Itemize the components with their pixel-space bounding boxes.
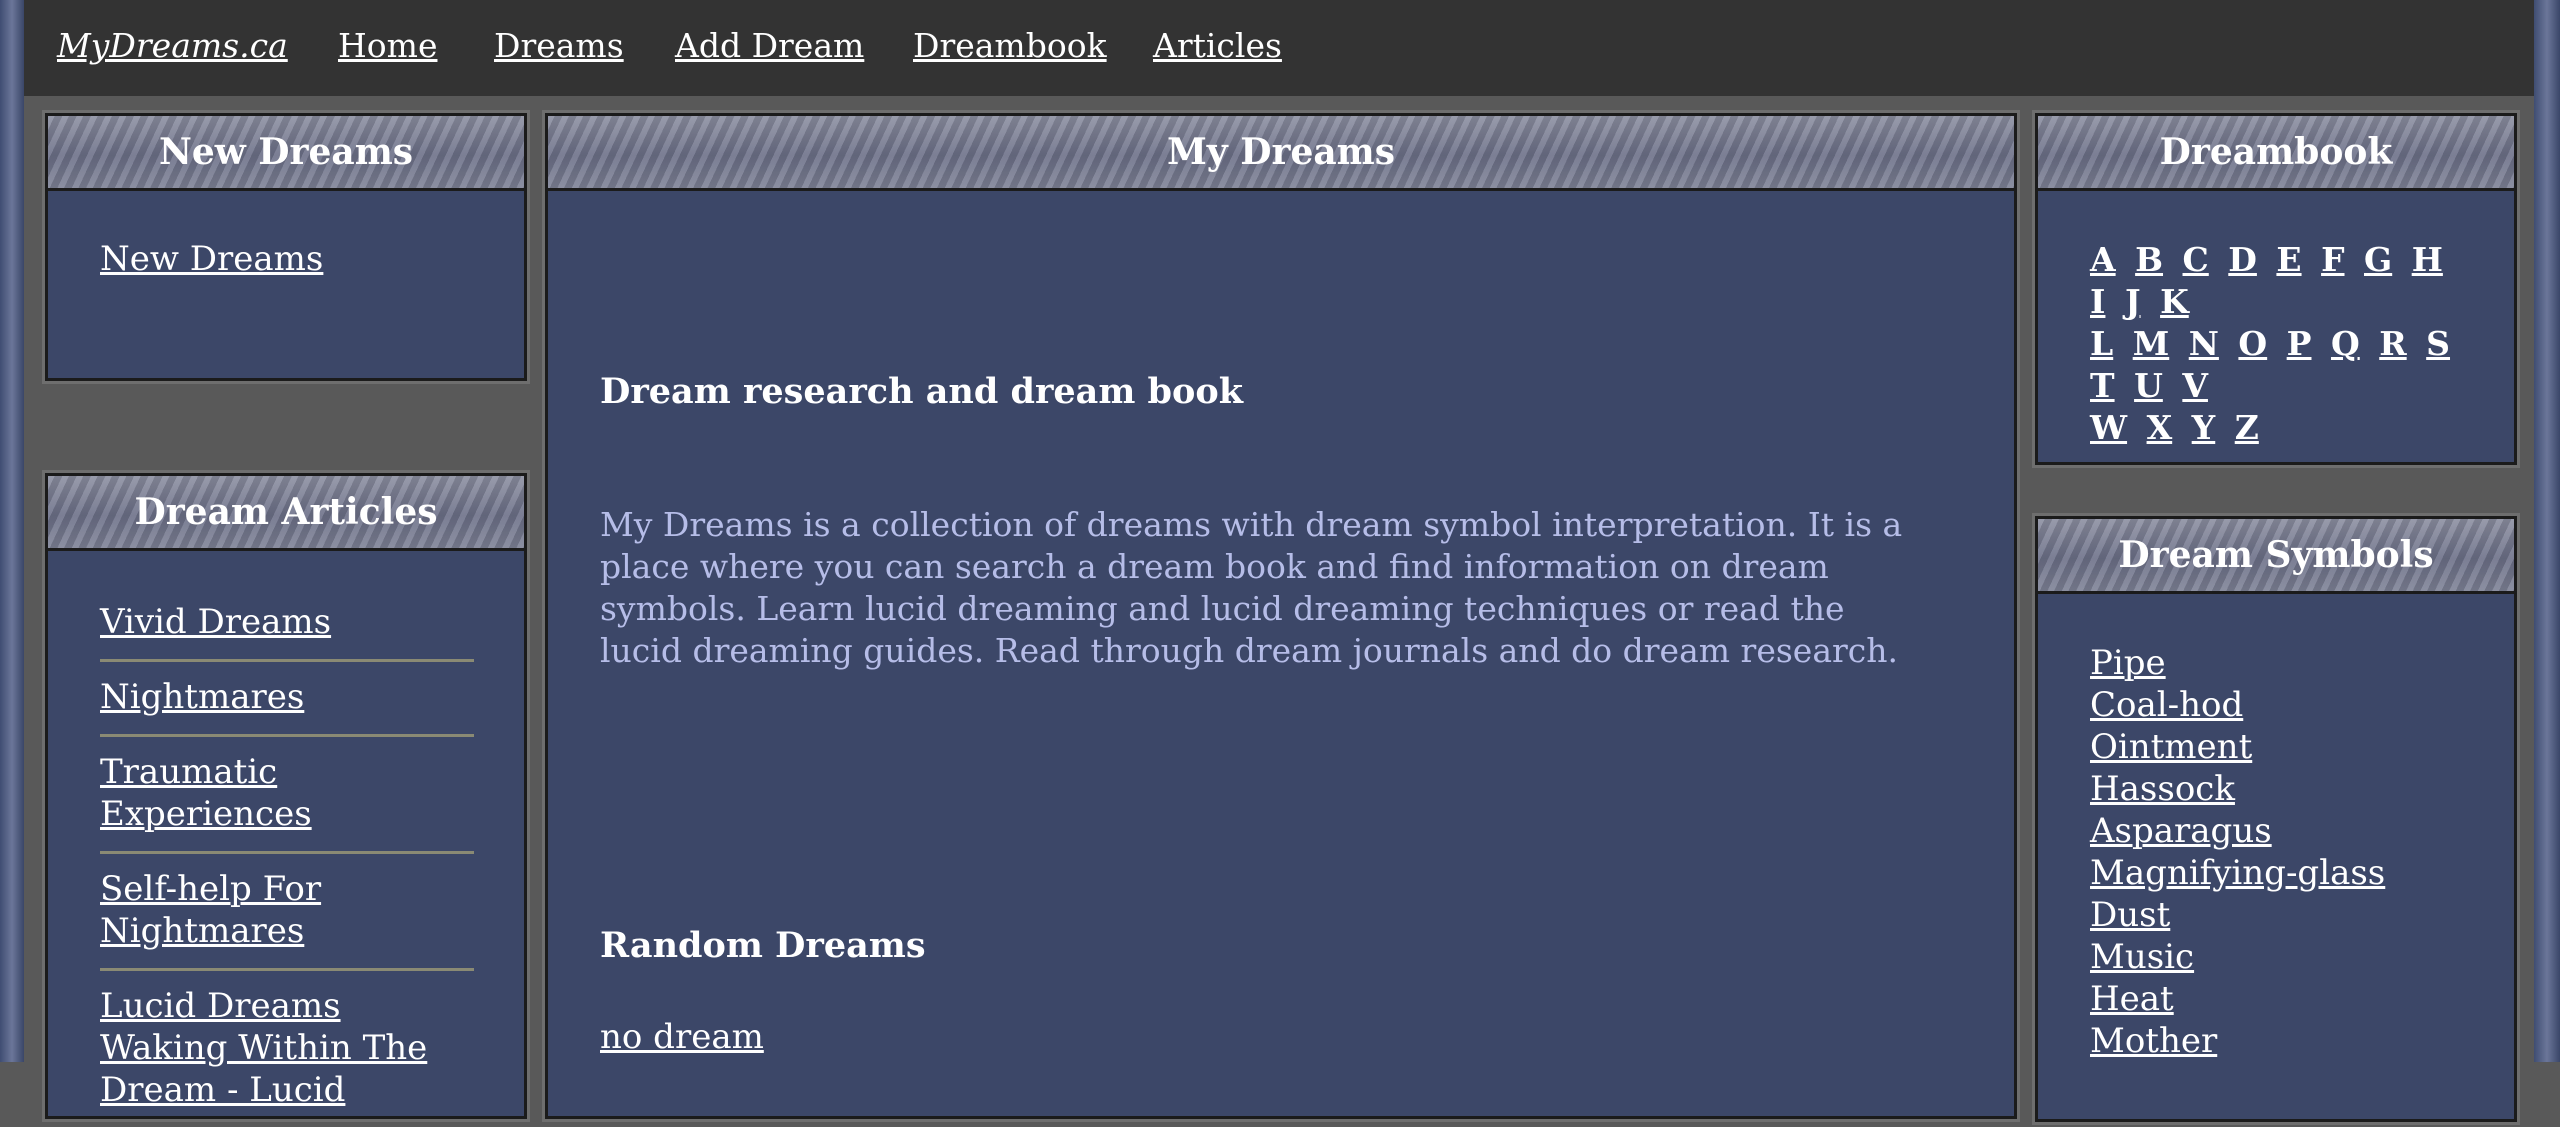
list-item: Lucid Dreams Waking Within The Dream - L… [100,971,474,1127]
list-item: Dust [2090,894,2484,936]
list-item: Pipe [2090,642,2484,684]
list-item: Traumatic Experiences [100,737,474,854]
list-item: Music [2090,936,2484,978]
letter-link-a[interactable]: A [2090,240,2116,279]
dream-articles-panel-title: Dream Articles [48,476,524,551]
dream-symbols-panel-title: Dream Symbols [2038,519,2514,594]
letter-link-m[interactable]: M [2133,324,2170,363]
letter-link-e[interactable]: E [2276,240,2301,279]
letter-link-z[interactable]: Z [2235,408,2259,447]
symbol-link-coal-hod[interactable]: Coal-hod [2090,685,2243,725]
letter-link-o[interactable]: O [2238,324,2267,363]
symbol-link-asparagus[interactable]: Asparagus [2090,811,2272,851]
my-dreams-main-panel: My Dreams Dream research and dream book … [545,113,2017,1119]
letter-link-b[interactable]: B [2135,240,2163,279]
letter-link-q[interactable]: Q [2331,324,2360,363]
letter-link-i[interactable]: I [2090,282,2105,321]
dream-symbols-panel: Dream Symbols Pipe Coal-hod Ointment Has… [2035,516,2517,1122]
top-nav-bar: MyDreams.ca Home Dreams Add Dream Dreamb… [24,0,2534,96]
letter-link-f[interactable]: F [2321,240,2344,279]
article-link-vivid-dreams[interactable]: Vivid Dreams [100,602,331,642]
symbol-link-hassock[interactable]: Hassock [2090,769,2235,809]
nav-home-link[interactable]: Home [338,26,437,65]
intro-paragraph: My Dreams is a collection of dreams with… [600,505,1903,670]
left-background-texture [0,0,24,1062]
right-background-texture [2534,0,2560,1062]
my-dreams-panel-title: My Dreams [548,116,2014,191]
dream-articles-list: Vivid Dreams Nightmares Traumatic Experi… [48,551,524,1127]
symbol-link-ointment[interactable]: Ointment [2090,727,2252,767]
letter-link-y[interactable]: Y [2192,408,2216,447]
symbol-link-mother[interactable]: Mother [2090,1021,2217,1061]
dreambook-panel-title: Dreambook [2038,116,2514,191]
new-dreams-panel-title: New Dreams [48,116,524,191]
article-link-self-help-nightmares[interactable]: Self-help For Nightmares [100,869,321,951]
letter-link-x[interactable]: X [2147,408,2173,447]
list-item: Vivid Dreams [100,601,474,662]
nav-dreams-link[interactable]: Dreams [494,26,624,65]
new-dreams-link[interactable]: New Dreams [100,239,323,279]
letter-link-d[interactable]: D [2228,240,2257,279]
letter-link-u[interactable]: U [2134,366,2163,405]
list-item: Mother [2090,1020,2484,1062]
letter-link-w[interactable]: W [2090,408,2127,447]
list-item: Asparagus [2090,810,2484,852]
letter-link-p[interactable]: P [2287,324,2312,363]
symbol-link-music[interactable]: Music [2090,937,2194,977]
nav-add-dream-link[interactable]: Add Dream [675,26,864,65]
nav-dreambook-link[interactable]: Dreambook [913,26,1107,65]
article-link-lucid-dreams[interactable]: Lucid Dreams Waking Within The Dream - L… [100,986,427,1110]
list-item: Ointment [2090,726,2484,768]
letter-link-g[interactable]: G [2364,240,2392,279]
list-item: Heat [2090,978,2484,1020]
symbol-link-dust[interactable]: Dust [2090,895,2170,935]
dreambook-letter-index: A B C D E F G H I J K L M N O P Q R S T … [2038,191,2514,449]
new-dreams-panel: New Dreams New Dreams [45,113,527,381]
list-item: Magnifying-glass [2090,852,2484,894]
letter-link-n[interactable]: N [2189,324,2219,363]
random-dream-link[interactable]: no dream [600,1017,764,1057]
letter-link-j[interactable]: J [2125,282,2141,321]
letter-link-s[interactable]: S [2426,324,2450,363]
dream-articles-panel: Dream Articles Vivid Dreams Nightmares T… [45,473,527,1119]
letter-link-h[interactable]: H [2412,240,2443,279]
dreambook-panel: Dreambook A B C D E F G H I J K L M N O … [2035,113,2517,465]
nav-articles-link[interactable]: Articles [1153,26,1282,65]
letter-link-r[interactable]: R [2379,324,2406,363]
main-heading: Dream research and dream book [600,371,1243,412]
list-item: Coal-hod [2090,684,2484,726]
list-item: Self-help For Nightmares [100,854,474,971]
letter-link-l[interactable]: L [2090,324,2113,363]
symbol-link-magnifying-glass[interactable]: Magnifying-glass [2090,853,2385,893]
list-item: Hassock [2090,768,2484,810]
letter-link-c[interactable]: C [2183,240,2209,279]
letter-link-v[interactable]: V [2182,366,2208,405]
letter-link-t[interactable]: T [2090,366,2115,405]
article-link-traumatic-experiences[interactable]: Traumatic Experiences [100,752,312,834]
symbol-link-heat[interactable]: Heat [2090,979,2174,1019]
symbol-link-pipe[interactable]: Pipe [2090,643,2166,683]
dream-symbols-list: Pipe Coal-hod Ointment Hassock Asparagus… [2038,594,2514,1062]
letter-link-k[interactable]: K [2160,282,2189,321]
list-item: Nightmares [100,662,474,737]
random-dreams-heading: Random Dreams [600,925,926,966]
brand-link[interactable]: MyDreams.ca [57,26,288,65]
article-link-nightmares[interactable]: Nightmares [100,677,304,717]
